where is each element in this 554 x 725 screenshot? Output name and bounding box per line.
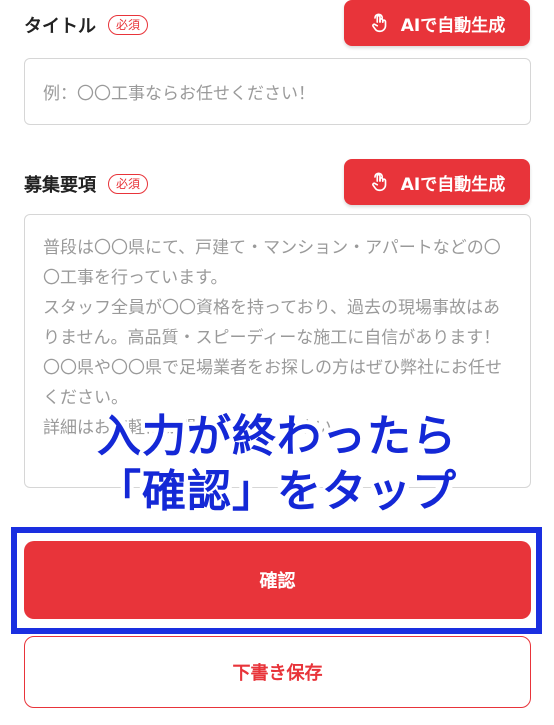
description-label-row: 募集要項 必須 [24,171,149,197]
tap-hand-icon [371,13,387,33]
description-ai-button-label: AIで自動生成 [400,174,506,195]
title-label-row: タイトル 必須 [24,12,149,38]
title-placeholder: 例：〇〇工事ならお任せください！ [43,84,315,104]
title-input[interactable]: 例：〇〇工事ならお任せください！ [24,58,531,125]
description-ai-generate-button[interactable]: AIで自動生成 [344,159,530,205]
tap-hand-icon [371,172,387,192]
confirm-highlight-frame [11,527,542,634]
description-label: 募集要項 [24,175,96,196]
description-required-badge: 必須 [108,174,149,194]
save-draft-button[interactable]: 下書き保存 [24,636,531,708]
save-draft-label: 下書き保存 [232,663,323,684]
title-required-badge: 必須 [108,15,149,35]
job-posting-form: タイトル 必須 AIで自動生成 例：〇〇工事ならお任せください！ 募集要項 必須… [0,0,554,725]
title-ai-generate-button[interactable]: AIで自動生成 [344,0,530,46]
title-label: タイトル [24,16,96,37]
title-ai-button-label: AIで自動生成 [400,15,506,36]
annotation-line-2: 「確認」をタップ [97,466,457,517]
